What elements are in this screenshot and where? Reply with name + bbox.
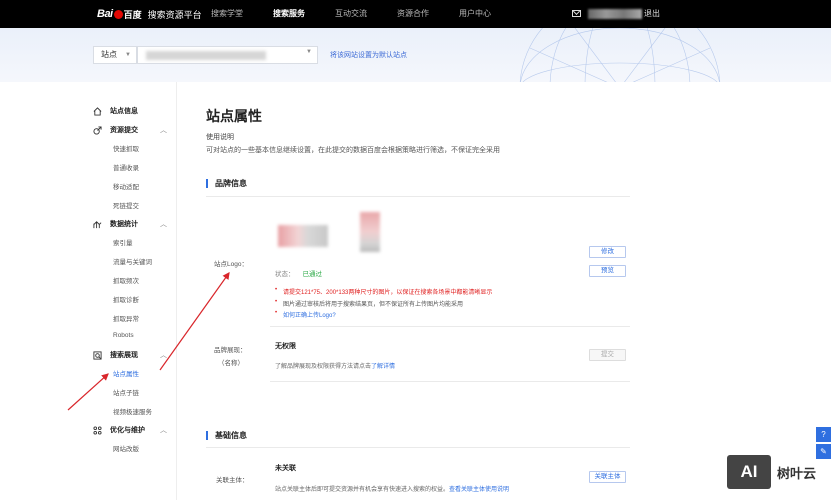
watermark-text: 树叶云 bbox=[777, 465, 817, 481]
annotation-arrows bbox=[67, 272, 230, 411]
watermark: AI 树叶云 bbox=[727, 455, 816, 489]
arrow-to-logo bbox=[159, 272, 230, 371]
arrow-to-site-attributes bbox=[67, 373, 109, 411]
watermark-logo: AI bbox=[727, 455, 771, 489]
